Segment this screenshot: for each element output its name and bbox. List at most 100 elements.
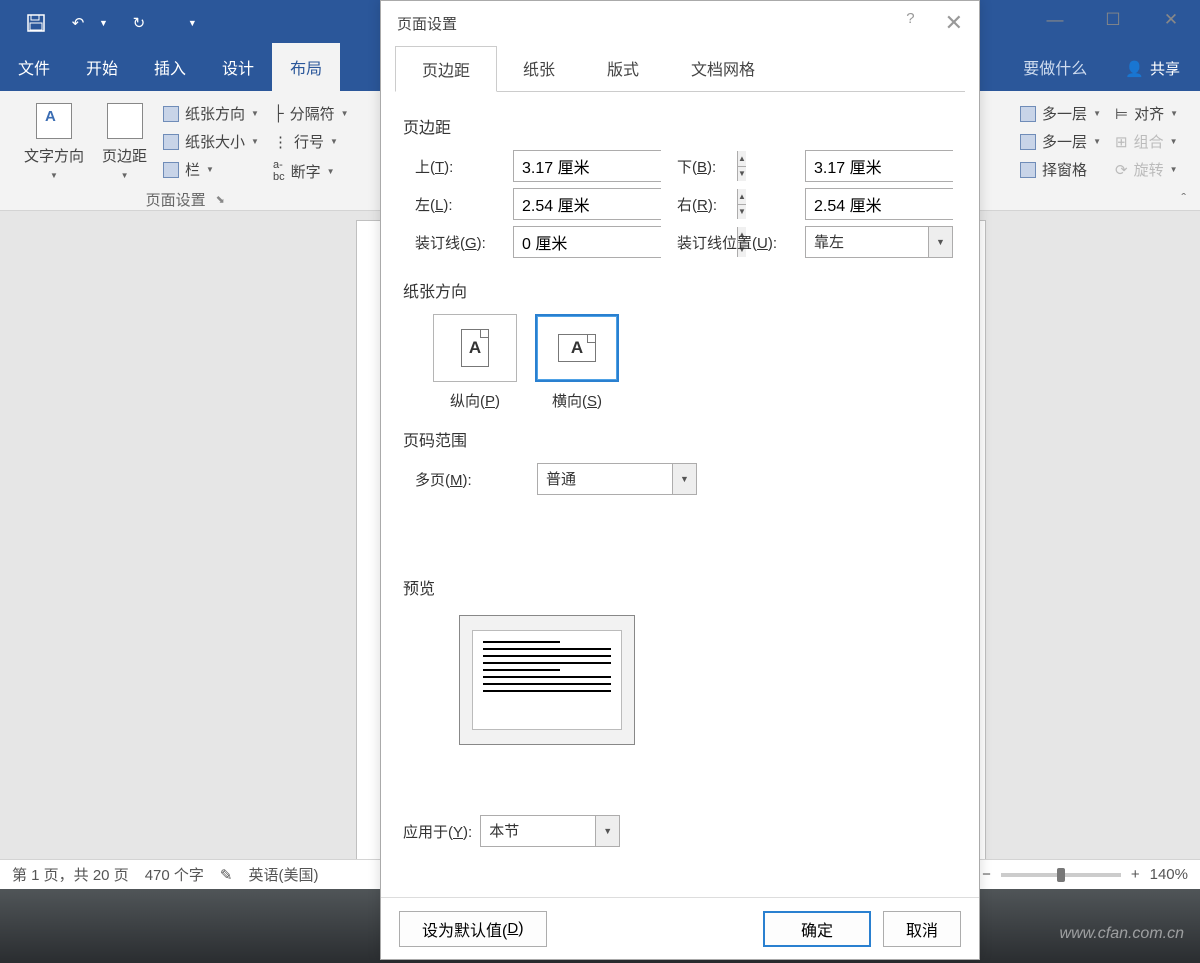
rotate-icon: ⟳ bbox=[1115, 161, 1128, 179]
share-icon: 👤 bbox=[1125, 60, 1144, 78]
size-icon bbox=[163, 134, 179, 150]
tab-design[interactable]: 设计 bbox=[204, 43, 272, 91]
zoom-out-button[interactable]: − bbox=[982, 866, 991, 883]
dtab-grid[interactable]: 文档网格 bbox=[665, 46, 781, 92]
zoom-in-button[interactable]: + bbox=[1131, 866, 1140, 883]
label-multipage: 多页(M): bbox=[415, 469, 505, 490]
ok-button[interactable]: 确定 bbox=[763, 911, 871, 947]
text-direction-icon: A bbox=[36, 103, 72, 139]
tab-layout[interactable]: 布局 bbox=[272, 43, 340, 91]
combo-multipage[interactable]: 普通▼ bbox=[537, 463, 697, 495]
combo-apply-value: 本节 bbox=[481, 816, 595, 846]
hyphenation-icon: a-bc bbox=[273, 159, 285, 183]
tab-insert[interactable]: 插入 bbox=[136, 43, 204, 91]
tab-home[interactable]: 开始 bbox=[68, 43, 136, 91]
tab-file[interactable]: 文件 bbox=[0, 43, 68, 91]
orientation-portrait[interactable]: A bbox=[433, 314, 517, 382]
align-button[interactable]: ⊨对齐▼ bbox=[1111, 101, 1182, 126]
section-pages: 页码范围 bbox=[403, 427, 957, 451]
orientation-button[interactable]: 纸张方向▼ bbox=[159, 101, 263, 126]
dtab-paper[interactable]: 纸张 bbox=[497, 46, 581, 92]
pane-icon bbox=[1020, 162, 1036, 178]
align-icon: ⊨ bbox=[1115, 105, 1128, 123]
label-gutter: 装订线(G): bbox=[415, 232, 505, 253]
breaks-button[interactable]: ├分隔符▼ bbox=[269, 101, 353, 126]
qat-customize-icon[interactable]: ▼ bbox=[188, 18, 197, 28]
cancel-button[interactable]: 取消 bbox=[883, 911, 961, 947]
combo-gutter-value: 靠左 bbox=[806, 227, 928, 257]
margins-icon bbox=[107, 103, 143, 139]
send-backward-button[interactable]: 多一层▼ bbox=[1016, 101, 1105, 126]
share-button[interactable]: 👤共享 bbox=[1105, 46, 1200, 91]
hyphenation-button[interactable]: a-bc断字▼ bbox=[269, 157, 353, 185]
forward-icon bbox=[1020, 134, 1036, 150]
undo-icon[interactable]: ↶ bbox=[67, 12, 89, 34]
dialog-title: 页面设置 bbox=[397, 13, 457, 34]
tell-me[interactable]: 要做什么 bbox=[1005, 43, 1105, 91]
win-min[interactable]: — bbox=[1026, 0, 1084, 40]
size-button[interactable]: 纸张大小▼ bbox=[159, 129, 263, 154]
zoom-level[interactable]: 140% bbox=[1150, 866, 1188, 883]
input-right[interactable] bbox=[806, 189, 979, 219]
label-left: 左(L): bbox=[415, 194, 505, 215]
collapse-ribbon-icon[interactable]: ˆ bbox=[1181, 190, 1186, 206]
label-apply-to: 应用于(Y): bbox=[403, 821, 472, 842]
win-close[interactable]: ✕ bbox=[1142, 0, 1200, 40]
preview-page-icon bbox=[472, 630, 622, 730]
group-label-pagesetup: 页面设置 bbox=[146, 189, 206, 210]
margins-button[interactable]: 页边距▼ bbox=[96, 99, 153, 184]
dialog-help-button[interactable]: ? bbox=[906, 10, 914, 36]
watermark: www.cfan.com.cn bbox=[1060, 925, 1184, 943]
page-setup-dialog: 页面设置 ? ✕ 页边距 纸张 版式 文档网格 页边距 上(T): ▲▼ 下(B… bbox=[380, 0, 980, 960]
section-margins: 页边距 bbox=[403, 114, 957, 138]
line-numbers-button[interactable]: ⋮行号▼ bbox=[269, 129, 353, 154]
label-landscape: 横向(S) bbox=[552, 390, 602, 411]
chevron-down-icon[interactable]: ▼ bbox=[595, 816, 619, 846]
backward-icon bbox=[1020, 106, 1036, 122]
bring-forward-button[interactable]: 多一层▼ bbox=[1016, 129, 1105, 154]
status-language[interactable]: 英语(美国) bbox=[248, 864, 318, 885]
breaks-icon: ├ bbox=[273, 105, 284, 122]
pagesetup-launcher-icon[interactable]: ⬊ bbox=[216, 193, 225, 206]
group-button[interactable]: ⊞组合▼ bbox=[1111, 129, 1182, 154]
spin-bottom[interactable]: ▲▼ bbox=[805, 150, 953, 182]
selection-pane-button[interactable]: 择窗格 bbox=[1016, 157, 1105, 182]
spin-right[interactable]: ▲▼ bbox=[805, 188, 953, 220]
columns-icon bbox=[163, 162, 179, 178]
spin-gutter[interactable]: ▲▼ bbox=[513, 226, 661, 258]
dialog-close-button[interactable]: ✕ bbox=[945, 10, 963, 36]
dtab-layout[interactable]: 版式 bbox=[581, 46, 665, 92]
section-preview: 预览 bbox=[403, 575, 957, 599]
chevron-down-icon[interactable]: ▼ bbox=[928, 227, 952, 257]
spin-left[interactable]: ▲▼ bbox=[513, 188, 661, 220]
save-icon[interactable] bbox=[25, 12, 47, 34]
spin-top[interactable]: ▲▼ bbox=[513, 150, 661, 182]
group-icon: ⊞ bbox=[1115, 133, 1128, 151]
rotate-button[interactable]: ⟳旋转▼ bbox=[1111, 157, 1182, 182]
orientation-landscape[interactable]: A bbox=[535, 314, 619, 382]
label-bottom: 下(B): bbox=[677, 156, 797, 177]
text-direction-button[interactable]: A文字方向▼ bbox=[18, 99, 90, 184]
zoom-slider[interactable] bbox=[1001, 873, 1121, 877]
proofing-icon[interactable]: ✎ bbox=[220, 866, 233, 884]
chevron-down-icon[interactable]: ▼ bbox=[672, 464, 696, 494]
combo-multipage-value: 普通 bbox=[538, 464, 672, 494]
label-right: 右(R): bbox=[677, 194, 797, 215]
label-portrait: 纵向(P) bbox=[450, 390, 500, 411]
undo-dropdown-icon[interactable]: ▼ bbox=[99, 18, 108, 28]
section-orientation: 纸张方向 bbox=[403, 278, 957, 302]
label-gutter-pos: 装订线位置(U): bbox=[677, 232, 797, 253]
preview-box bbox=[459, 615, 635, 745]
dtab-margins[interactable]: 页边距 bbox=[395, 46, 497, 92]
label-top: 上(T): bbox=[415, 156, 505, 177]
columns-button[interactable]: 栏▼ bbox=[159, 157, 263, 182]
status-page[interactable]: 第 1 页，共 20 页 bbox=[12, 864, 129, 885]
combo-apply-to[interactable]: 本节▼ bbox=[480, 815, 620, 847]
orientation-icon bbox=[163, 106, 179, 122]
redo-icon[interactable]: ↻ bbox=[128, 12, 150, 34]
combo-gutter-pos[interactable]: 靠左▼ bbox=[805, 226, 953, 258]
set-default-button[interactable]: 设为默认值(D) bbox=[399, 911, 547, 947]
win-max[interactable]: ☐ bbox=[1084, 0, 1142, 40]
input-bottom[interactable] bbox=[806, 151, 979, 181]
status-words[interactable]: 470 个字 bbox=[145, 864, 204, 885]
